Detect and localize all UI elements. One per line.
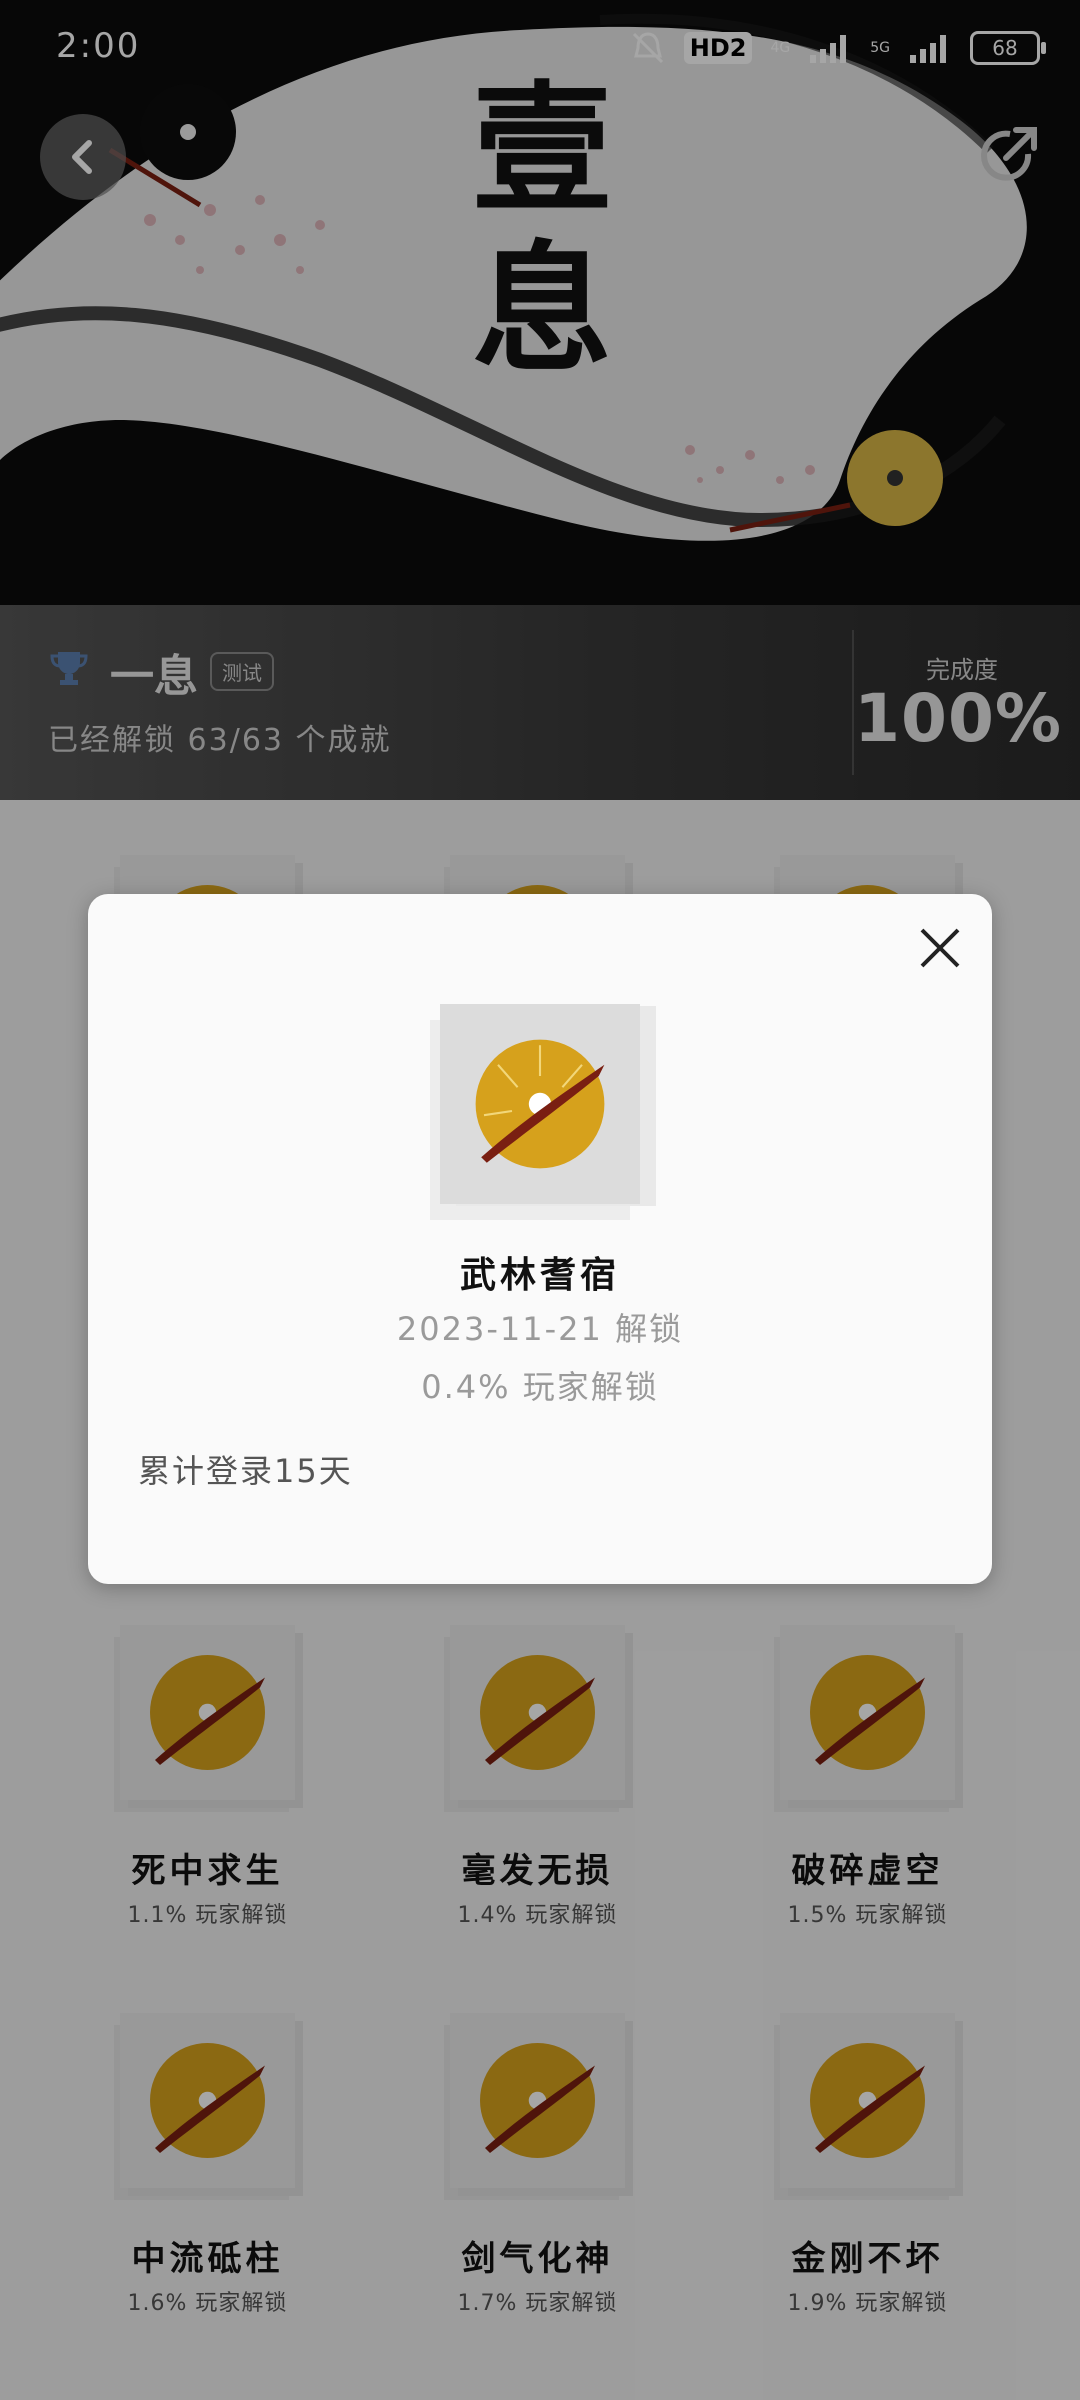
close-icon[interactable] — [916, 924, 964, 972]
modal-achievement-name: 武林耆宿 — [459, 1255, 620, 1296]
modal-unlock-date: 2023-11-21 解锁 — [396, 1310, 684, 1348]
achievement-detail-modal: 武林耆宿 2023-11-21 解锁 0.4% 玩家解锁 累计登录15天 — [88, 894, 992, 1584]
modal-condition: 累计登录15天 — [138, 1452, 353, 1490]
modal-player-rate: 0.4% 玩家解锁 — [421, 1368, 659, 1406]
achievement-badge-icon — [475, 1039, 605, 1169]
modal-badge-tile — [440, 1004, 640, 1204]
achievement-page: 壹 息 2:00 HD2 4G 5G 68 一息 测试 已经解锁 63/63 个… — [0, 0, 1080, 2400]
